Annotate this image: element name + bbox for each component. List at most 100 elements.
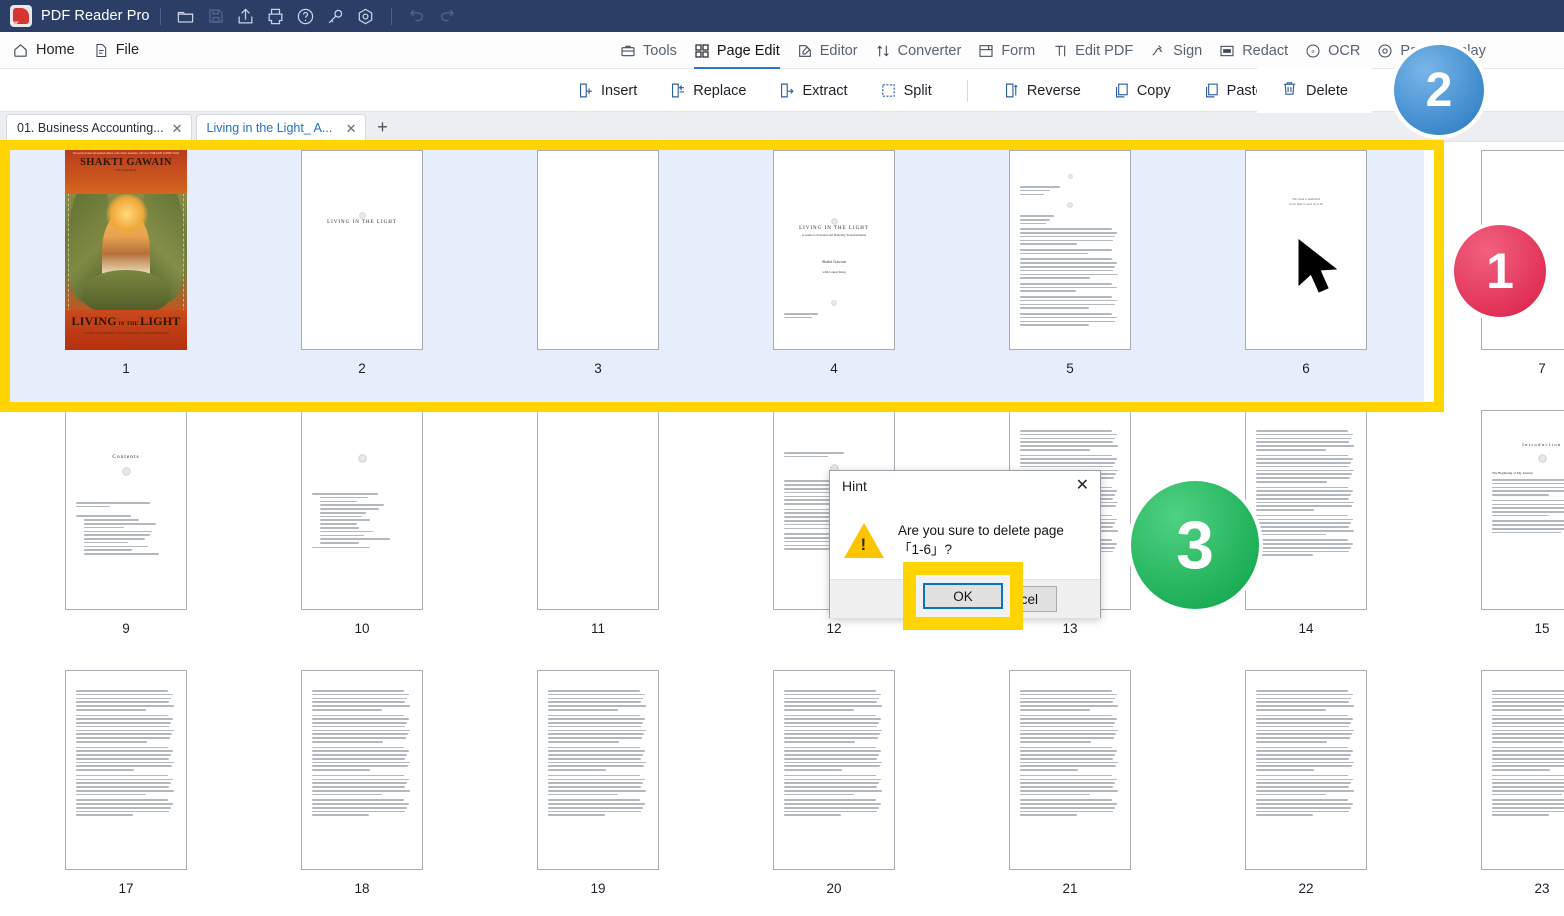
- replace-page-icon: [669, 82, 686, 99]
- page-thumbnail[interactable]: Contents: [65, 410, 187, 610]
- page-thumbnail[interactable]: Introduction The Beginning of My Journey: [1481, 410, 1564, 610]
- app-logo-icon: PDF: [10, 5, 32, 27]
- copy-button[interactable]: Copy: [1108, 78, 1176, 103]
- page-number-label: 22: [1298, 881, 1314, 896]
- insert-button[interactable]: Insert: [572, 78, 642, 103]
- tools-icon: [620, 43, 636, 59]
- open-folder-icon[interactable]: [171, 0, 201, 32]
- extract-button[interactable]: Extract: [773, 78, 852, 103]
- page-thumbnail-cell[interactable]: 22: [1188, 662, 1424, 916]
- page-thumbnail[interactable]: [1009, 670, 1131, 870]
- page-thumbnail-cell[interactable]: 18: [244, 662, 480, 916]
- page-thumbnail[interactable]: [65, 670, 187, 870]
- svg-text:o: o: [1312, 49, 1315, 55]
- file-icon: [93, 42, 109, 59]
- menu-item-home[interactable]: Home: [12, 42, 75, 59]
- cover-tagline: The newly revised and updated edition of…: [72, 152, 180, 155]
- document-tab-business-accounting[interactable]: 01. Business Accounting... ✕: [6, 114, 192, 141]
- ocr-icon: o: [1305, 43, 1321, 59]
- page-number-label: 13: [1062, 621, 1078, 636]
- app-title: PDF Reader Pro: [41, 8, 150, 24]
- new-tab-button[interactable]: +: [370, 114, 396, 141]
- page-thumbnail-cell[interactable]: 10: [244, 402, 480, 662]
- help-icon[interactable]: [291, 0, 321, 32]
- split-button[interactable]: Split: [875, 78, 937, 103]
- tab-tools[interactable]: Tools: [620, 32, 677, 69]
- page-thumbnail-cell[interactable]: 20: [716, 662, 952, 916]
- reverse-button[interactable]: Reverse: [998, 78, 1086, 103]
- editor-icon: [797, 43, 813, 59]
- converter-icon: [875, 43, 891, 59]
- redo-icon[interactable]: [432, 0, 462, 32]
- page-thumbnail-cell[interactable]: 5: [952, 142, 1188, 402]
- tab-ocr[interactable]: o OCR: [1305, 32, 1360, 69]
- page-thumbnail[interactable]: [537, 670, 659, 870]
- mouse-cursor-icon: [1298, 238, 1338, 293]
- page-thumbnail[interactable]: [301, 410, 423, 610]
- page-thumbnail[interactable]: [301, 670, 423, 870]
- page-thumbnail-cell[interactable]: 19: [480, 662, 716, 916]
- cover-author-sub: with Laurel King: [115, 167, 137, 172]
- page-number-label: 15: [1534, 621, 1550, 636]
- replace-button[interactable]: Replace: [664, 78, 751, 103]
- tab-converter[interactable]: Converter: [875, 32, 961, 69]
- page-thumbnail-cell[interactable]: LIVING IN THE LIGHT 2: [244, 142, 480, 402]
- print-icon[interactable]: [261, 0, 291, 32]
- undo-icon[interactable]: [402, 0, 432, 32]
- document-tab-living-in-the-light[interactable]: Living in the Light_ A... ✕: [195, 114, 366, 141]
- page-thumbnail[interactable]: LIVING IN THE LIGHT: [301, 150, 423, 350]
- settings-icon[interactable]: [351, 0, 381, 32]
- save-icon[interactable]: [201, 0, 231, 32]
- page-thumbnail[interactable]: [1009, 150, 1131, 350]
- step-badge-1: 1: [1454, 225, 1546, 317]
- close-icon[interactable]: ✕: [1073, 478, 1092, 494]
- menu-item-file-label: File: [115, 42, 140, 58]
- paste-icon: [1203, 82, 1220, 99]
- page-number-label: 21: [1062, 881, 1078, 896]
- close-icon[interactable]: ✕: [172, 122, 183, 135]
- page-number-label: 10: [354, 621, 370, 636]
- page-thumbnail-cell[interactable]: 17: [8, 662, 244, 916]
- warning-icon: !: [844, 522, 884, 558]
- page-number-label: 4: [830, 361, 838, 376]
- ok-button[interactable]: OK: [923, 583, 1003, 609]
- page-thumbnail[interactable]: [537, 150, 659, 350]
- page-thumbnail[interactable]: [1481, 670, 1564, 870]
- pdf-reader-window: PDF PDF Reader Pro Home File Tools Page …: [0, 0, 1564, 916]
- main-nav: Tools Page Edit Editor Converter Form Ed…: [620, 32, 1486, 69]
- page-thumbnail[interactable]: The newly revised and updated edition of…: [65, 150, 187, 350]
- page-number-label: 5: [1066, 361, 1074, 376]
- page-thumbnail-cell[interactable]: 11: [480, 402, 716, 662]
- page-thumbnail-cell[interactable]: 3: [480, 142, 716, 402]
- tab-editor[interactable]: Editor: [797, 32, 858, 69]
- introduction-heading: Introduction: [1522, 442, 1562, 447]
- page-thumbnail[interactable]: LIVING IN THE LIGHT A Guide to Personal a…: [773, 150, 895, 350]
- close-icon[interactable]: ✕: [346, 122, 357, 135]
- tab-sign[interactable]: Sign: [1150, 32, 1202, 69]
- page-thumbnail[interactable]: [1245, 410, 1367, 610]
- key-icon[interactable]: [321, 0, 351, 32]
- page-thumbnail-cell[interactable]: Contents 9: [8, 402, 244, 662]
- delete-button[interactable]: Delete: [1257, 68, 1372, 113]
- tab-form[interactable]: Form: [978, 32, 1035, 69]
- divider: [159, 7, 161, 25]
- contents-heading: Contents: [112, 454, 140, 460]
- tab-page-edit[interactable]: Page Edit: [693, 32, 780, 69]
- cover-header: The newly revised and updated edition of…: [65, 150, 187, 194]
- page-thumbnail[interactable]: [537, 410, 659, 610]
- page-thumbnail-cell[interactable]: LIVING IN THE LIGHT A Guide to Personal a…: [716, 142, 952, 402]
- logo-pdf-label: PDF: [11, 20, 19, 25]
- share-icon[interactable]: [231, 0, 261, 32]
- tab-edit-pdf[interactable]: Edit PDF: [1052, 32, 1133, 69]
- delete-label: Delete: [1306, 82, 1348, 99]
- page-thumbnail-cell[interactable]: Introduction The Beginning of My Journey 1…: [1424, 402, 1564, 662]
- reverse-page-icon: [1003, 82, 1020, 99]
- page-thumbnail-cell[interactable]: 21: [952, 662, 1188, 916]
- page-thumbnail-cell[interactable]: The newly revised and updated edition of…: [8, 142, 244, 402]
- menu-bar: Home File Tools Page Edit Editor Convert…: [0, 32, 1564, 69]
- menu-item-file[interactable]: File: [93, 42, 139, 59]
- page-thumbnail[interactable]: [1245, 670, 1367, 870]
- page-thumbnail-cell[interactable]: 23: [1424, 662, 1564, 916]
- tab-redact[interactable]: Redact: [1219, 32, 1288, 69]
- page-thumbnail[interactable]: [773, 670, 895, 870]
